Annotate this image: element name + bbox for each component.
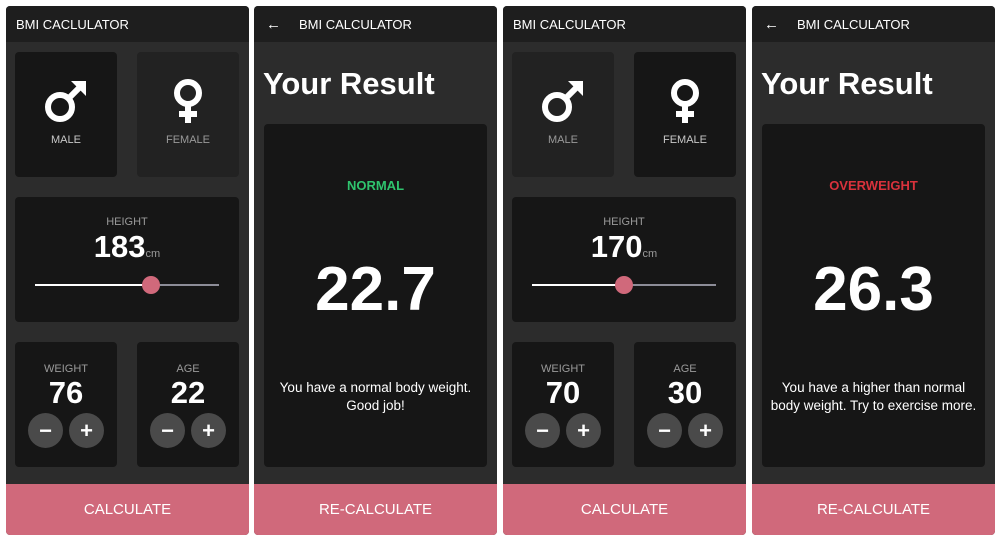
age-card: AGE 30 − + <box>634 342 736 467</box>
male-icon <box>45 81 86 122</box>
age-value: 22 <box>170 375 206 410</box>
weight-minus-button[interactable]: − <box>525 413 560 448</box>
male-label: MALE <box>548 134 578 146</box>
female-icon <box>671 79 699 123</box>
app-bar: ← BMI CALCULATOR <box>254 6 497 42</box>
height-slider-fill <box>35 284 151 286</box>
result-card: OVERWEIGHT 26.3 You have a higher than n… <box>762 124 985 467</box>
weight-value: 70 <box>545 375 581 410</box>
age-label: AGE <box>673 363 697 375</box>
result-screen-2: ← BMI CALCULATOR Your Result OVERWEIGHT … <box>752 6 995 535</box>
bmi-status: NORMAL <box>346 178 405 193</box>
result-heading: Your Result <box>263 66 435 101</box>
weight-plus-button[interactable]: + <box>69 413 104 448</box>
app-bar: BMI CACLULATOR <box>6 6 249 42</box>
height-unit: cm <box>145 248 161 260</box>
height-value: 170 <box>590 229 643 264</box>
app-title: BMI CALCULATOR <box>797 16 910 32</box>
recalculate-button[interactable]: RE-CALCULATE <box>254 484 497 535</box>
height-slider-fill <box>532 284 624 286</box>
height-label: HEIGHT <box>106 216 148 228</box>
bmi-value: 26.3 <box>813 255 934 324</box>
bmi-value: 22.7 <box>315 255 436 324</box>
height-unit: cm <box>642 248 658 260</box>
app-bar: ← BMI CALCULATOR <box>752 6 995 42</box>
calculator-screen-1: BMI CACLULATOR MALE FEMALE HEIGHT 183cm … <box>6 6 249 535</box>
weight-label: WEIGHT <box>541 363 585 375</box>
female-label: FEMALE <box>165 134 210 146</box>
female-label: FEMALE <box>662 134 707 146</box>
age-card: AGE 22 − + <box>137 342 239 467</box>
male-card[interactable]: MALE <box>15 52 117 177</box>
bmi-message: You have a normal body weight. Good job! <box>279 380 472 413</box>
weight-card: WEIGHT 70 − + <box>512 342 614 467</box>
bmi-message: You have a higher than normal body weigh… <box>770 380 977 413</box>
app-title: BMI CALCULATOR <box>299 16 412 32</box>
female-card[interactable]: FEMALE <box>634 52 736 177</box>
weight-card: WEIGHT 76 − + <box>15 342 117 467</box>
app-title: BMI CACLULATOR <box>16 16 129 32</box>
height-slider-thumb[interactable] <box>615 276 633 294</box>
recalculate-button[interactable]: RE-CALCULATE <box>752 484 995 535</box>
weight-value: 76 <box>48 375 84 410</box>
bmi-status: OVERWEIGHT <box>829 178 918 193</box>
app-title: BMI CALCULATOR <box>513 16 626 32</box>
height-slider-thumb[interactable] <box>141 276 160 294</box>
result-heading: Your Result <box>761 66 933 101</box>
age-value: 30 <box>667 375 703 410</box>
back-arrow-icon[interactable]: ← <box>764 16 779 33</box>
age-label: AGE <box>176 363 200 375</box>
app-bar: BMI CALCULATOR <box>503 6 746 42</box>
weight-label: WEIGHT <box>44 363 88 375</box>
result-screen-1: ← BMI CALCULATOR Your Result NORMAL 22.7… <box>254 6 497 535</box>
height-card: HEIGHT 170cm <box>512 197 736 322</box>
weight-plus-button[interactable]: + <box>566 413 601 448</box>
height-slider[interactable] <box>532 276 716 294</box>
male-card[interactable]: MALE <box>512 52 614 177</box>
age-plus-button[interactable]: + <box>688 413 723 448</box>
female-card[interactable]: FEMALE <box>137 52 239 177</box>
age-minus-button[interactable]: − <box>150 413 185 448</box>
height-value: 183 <box>93 229 146 264</box>
height-label: HEIGHT <box>603 216 645 228</box>
back-arrow-icon[interactable]: ← <box>266 16 281 33</box>
age-minus-button[interactable]: − <box>647 413 682 448</box>
weight-minus-button[interactable]: − <box>28 413 63 448</box>
height-slider[interactable] <box>35 276 219 294</box>
male-label: MALE <box>51 134 81 146</box>
calculator-screen-2: BMI CALCULATOR MALE FEMALE HEIGHT 170cm … <box>503 6 746 535</box>
female-icon <box>174 79 202 123</box>
male-icon <box>542 81 583 122</box>
calculate-button[interactable]: CALCULATE <box>503 484 746 535</box>
calculate-button[interactable]: CALCULATE <box>6 484 249 535</box>
result-card: NORMAL 22.7 You have a normal body weigh… <box>264 124 487 467</box>
height-card: HEIGHT 183cm <box>15 197 239 322</box>
age-plus-button[interactable]: + <box>191 413 226 448</box>
